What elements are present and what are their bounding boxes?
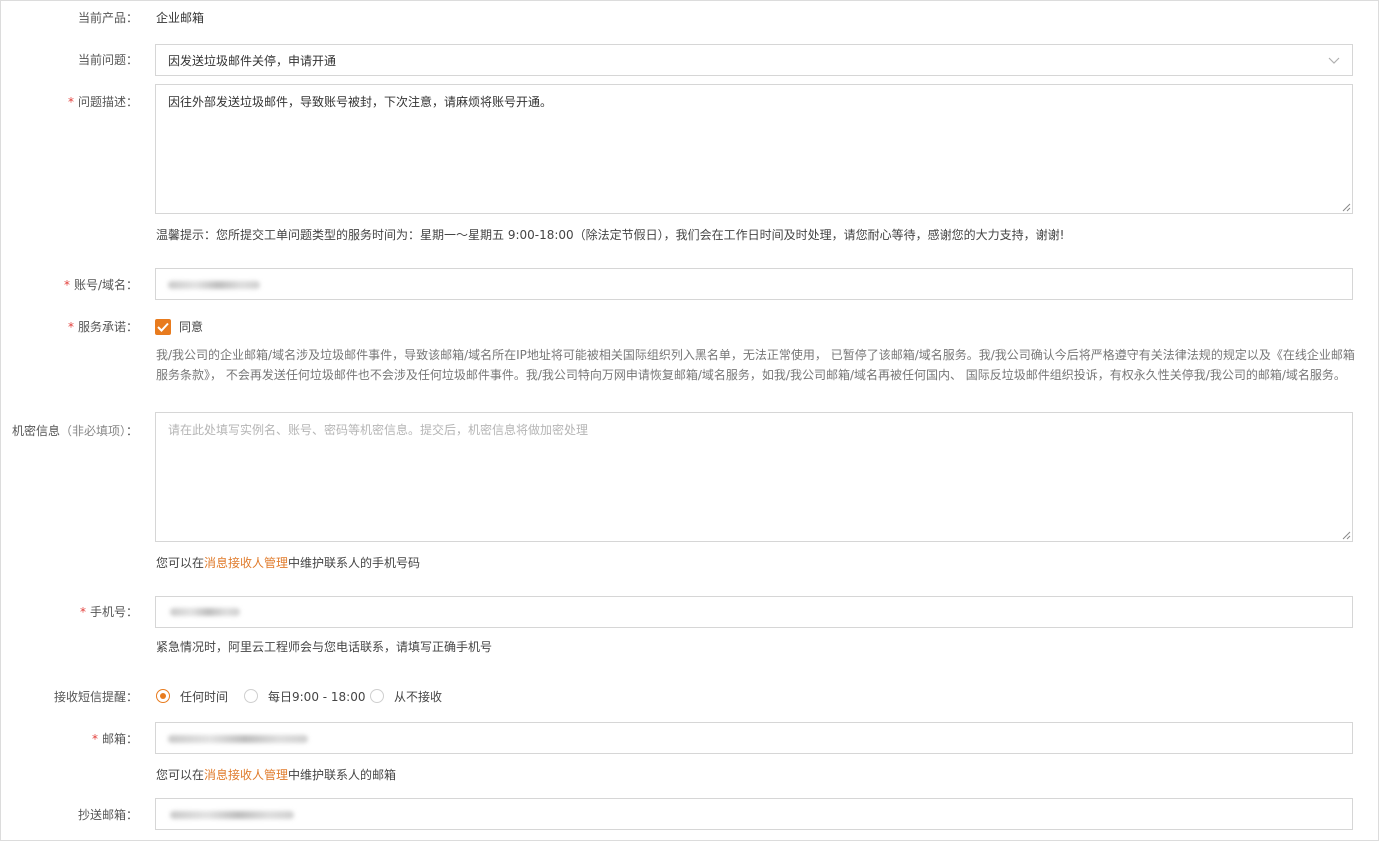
confidential-textarea[interactable]: 请在此处填写实例名、账号、密码等机密信息。提交后，机密信息将做加密处理 (155, 412, 1353, 542)
redacted-cc-email-value (170, 811, 294, 819)
email-input[interactable] (155, 722, 1353, 754)
confidential-placeholder: 请在此处填写实例名、账号、密码等机密信息。提交后，机密信息将做加密处理 (168, 423, 589, 437)
cc-email-input[interactable] (155, 798, 1353, 830)
sms-option-never-radio[interactable] (370, 689, 384, 703)
ticket-form: 当前产品： 企业邮箱 当前问题： 因发送垃圾邮件关停，申请开通 * 问题描述： 因… (0, 0, 1379, 841)
product-value: 企业邮箱 (156, 11, 205, 25)
confidential-label: 机密信息（非必填项）： (11, 424, 138, 438)
contact-email-note: 您可以在消息接收人管理中维护联系人的邮箱 (156, 768, 397, 782)
sms-label: 接收短信提醒： (53, 690, 138, 704)
cc-email-label: 抄送邮箱： (77, 808, 138, 822)
product-label: 当前产品： (77, 11, 138, 25)
contact-phone-note: 您可以在消息接收人管理中维护联系人的手机号码 (156, 556, 421, 570)
sms-option-anytime-label[interactable]: 任何时间 (180, 688, 228, 706)
description-label: * 问题描述： (67, 95, 138, 109)
resize-grip-icon[interactable] (1341, 530, 1351, 540)
agree-checkbox[interactable] (155, 319, 171, 335)
redacted-account-value (168, 281, 260, 289)
phone-label: * 手机号： (79, 605, 138, 619)
issue-label: 当前问题： (77, 53, 138, 67)
issue-select[interactable]: 因发送垃圾邮件关停，申请开通 (155, 44, 1353, 76)
email-label: * 邮箱： (91, 732, 138, 746)
redacted-email-value (168, 735, 308, 743)
sms-option-daytime-radio[interactable] (244, 689, 258, 703)
service-hours-note: 温馨提示：您所提交工单问题类型的服务时间为：星期一～星期五 9:00-18:00… (156, 228, 1065, 242)
sms-option-anytime-radio[interactable] (156, 689, 170, 703)
resize-grip-icon[interactable] (1341, 202, 1351, 212)
phone-note: 紧急情况时，阿里云工程师会与您电话联系，请填写正确手机号 (156, 640, 493, 654)
description-text: 因往外部发送垃圾邮件，导致账号被封，下次注意，请麻烦将账号开通。 (168, 95, 553, 109)
sms-option-daytime-label[interactable]: 每日9:00 - 18:00 (268, 688, 366, 706)
message-recipient-link[interactable]: 消息接收人管理 (204, 768, 288, 782)
commitment-label: * 服务承诺： (67, 320, 138, 334)
chevron-down-icon (1328, 57, 1340, 64)
message-recipient-link[interactable]: 消息接收人管理 (204, 556, 288, 570)
agree-checkbox-label[interactable]: 同意 (179, 318, 203, 336)
redacted-phone-value (170, 608, 240, 616)
description-textarea[interactable]: 因往外部发送垃圾邮件，导致账号被封，下次注意，请麻烦将账号开通。 (155, 84, 1353, 214)
account-label: * 账号/域名： (63, 278, 138, 292)
account-input[interactable] (155, 268, 1353, 300)
phone-input[interactable] (155, 596, 1353, 628)
sms-option-never-label[interactable]: 从不接收 (394, 688, 442, 706)
check-icon (157, 322, 169, 332)
issue-select-value: 因发送垃圾邮件关停，申请开通 (168, 54, 337, 68)
service-terms-text: 我/我公司的企业邮箱/域名涉及垃圾邮件事件，导致该邮箱/域名所在IP地址将可能被… (156, 348, 1355, 382)
